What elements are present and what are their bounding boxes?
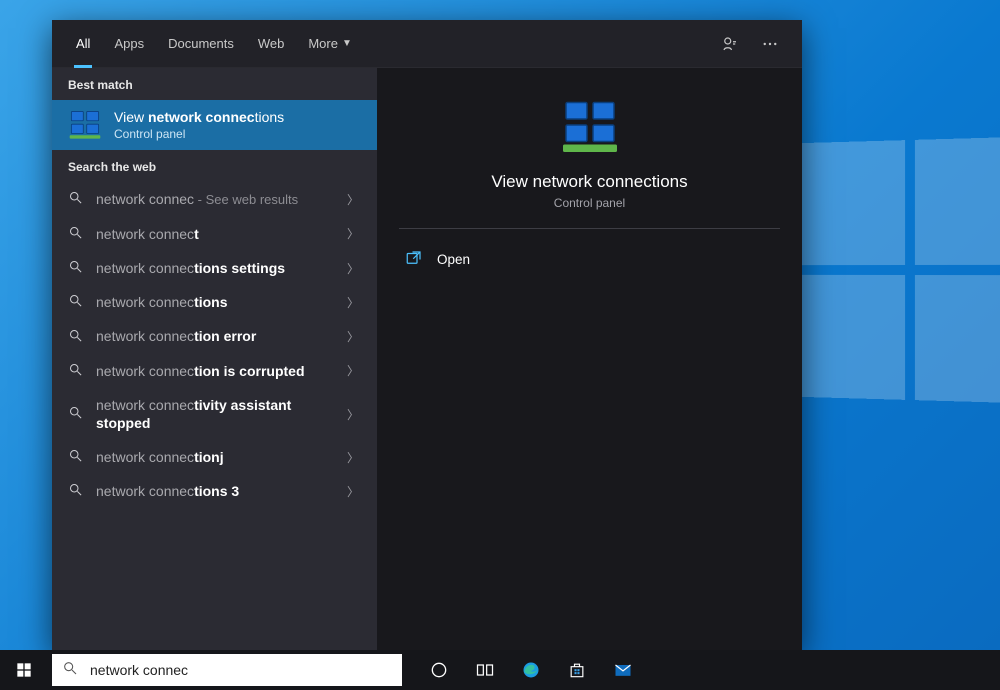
chevron-down-icon: ▼ [342, 38, 352, 49]
web-result[interactable]: network connections settings 〉 [52, 251, 377, 285]
taskbar-store[interactable] [554, 650, 600, 690]
taskbar [0, 650, 1000, 690]
preview-title: View network connections [491, 172, 687, 192]
search-icon [68, 405, 84, 423]
search-icon [68, 190, 84, 208]
search-filter-tabs: All Apps Documents Web More ▼ [52, 20, 802, 68]
start-search-popup: All Apps Documents Web More ▼ Best match [52, 20, 802, 650]
search-icon [68, 328, 84, 346]
best-match-result[interactable]: View network connections Control panel [52, 100, 377, 150]
search-results-panel: Best match View network connections [52, 68, 377, 650]
web-result-label: network connections [96, 293, 335, 311]
tab-more[interactable]: More ▼ [296, 20, 364, 68]
taskbar-search-input[interactable] [90, 662, 392, 678]
chevron-right-icon: 〉 [347, 294, 363, 311]
search-icon [68, 293, 84, 311]
search-icon [68, 482, 84, 500]
action-open[interactable]: Open [399, 239, 780, 280]
best-match-title-prefix: View [114, 109, 148, 125]
chevron-right-icon: 〉 [347, 260, 363, 277]
action-open-label: Open [437, 252, 470, 267]
chevron-right-icon: 〉 [347, 191, 363, 208]
search-icon [68, 448, 84, 466]
section-web-header: Search the web [52, 150, 377, 182]
web-result[interactable]: network connection error 〉 [52, 319, 377, 353]
web-result-label: network connectionj [96, 448, 335, 466]
tab-apps[interactable]: Apps [102, 20, 156, 68]
web-result[interactable]: network connection is corrupted 〉 [52, 354, 377, 388]
taskbar-search-box[interactable] [52, 654, 402, 686]
web-result[interactable]: network connect 〉 [52, 217, 377, 251]
web-result-label: network connection is corrupted [96, 362, 335, 380]
web-result[interactable]: network connec - See web results 〉 [52, 182, 377, 217]
preview-network-connections-icon [560, 98, 620, 158]
web-result-label: network connection error [96, 327, 335, 345]
web-result[interactable]: network connectionj 〉 [52, 440, 377, 474]
web-result-label: network connectivity assistant stopped [96, 396, 335, 432]
tab-more-label: More [308, 36, 338, 51]
search-icon [68, 225, 84, 243]
chevron-right-icon: 〉 [347, 449, 363, 466]
web-result[interactable]: network connectivity assistant stopped 〉 [52, 388, 377, 440]
taskbar-edge[interactable] [508, 650, 554, 690]
chevron-right-icon: 〉 [347, 406, 363, 423]
taskbar-mail[interactable] [600, 650, 646, 690]
result-preview-panel: View network connections Control panel O… [377, 68, 802, 650]
taskbar-task-view[interactable] [462, 650, 508, 690]
web-result-label: network connections 3 [96, 482, 335, 500]
chevron-right-icon: 〉 [347, 328, 363, 345]
search-icon [68, 259, 84, 277]
chevron-right-icon: 〉 [347, 483, 363, 500]
chevron-right-icon: 〉 [347, 225, 363, 242]
more-options-icon[interactable] [750, 20, 790, 68]
taskbar-cortana[interactable] [416, 650, 462, 690]
web-result-label: network connect [96, 225, 335, 243]
tab-web[interactable]: Web [246, 20, 297, 68]
section-best-match-header: Best match [52, 68, 377, 100]
web-result[interactable]: network connections 〉 [52, 285, 377, 319]
start-button[interactable] [0, 650, 48, 690]
desktop-windows-logo [785, 136, 1000, 404]
chevron-right-icon: 〉 [347, 362, 363, 379]
open-icon [405, 249, 423, 270]
tab-all[interactable]: All [64, 20, 102, 68]
preview-subtitle: Control panel [554, 196, 625, 210]
best-match-title-suffix: tions [255, 109, 285, 125]
best-match-title-bold: network connec [148, 109, 255, 125]
best-match-text: View network connections Control panel [114, 109, 284, 141]
network-connections-icon [68, 108, 102, 142]
web-results-list: network connec - See web results〉network… [52, 182, 377, 509]
search-icon [62, 660, 80, 681]
best-match-subtitle: Control panel [114, 127, 284, 141]
search-icon [68, 362, 84, 380]
web-result-label: network connections settings [96, 259, 335, 277]
tab-documents[interactable]: Documents [156, 20, 246, 68]
web-result[interactable]: network connections 3 〉 [52, 474, 377, 508]
web-result-label: network connec - See web results [96, 190, 335, 209]
feedback-icon[interactable] [710, 20, 750, 68]
